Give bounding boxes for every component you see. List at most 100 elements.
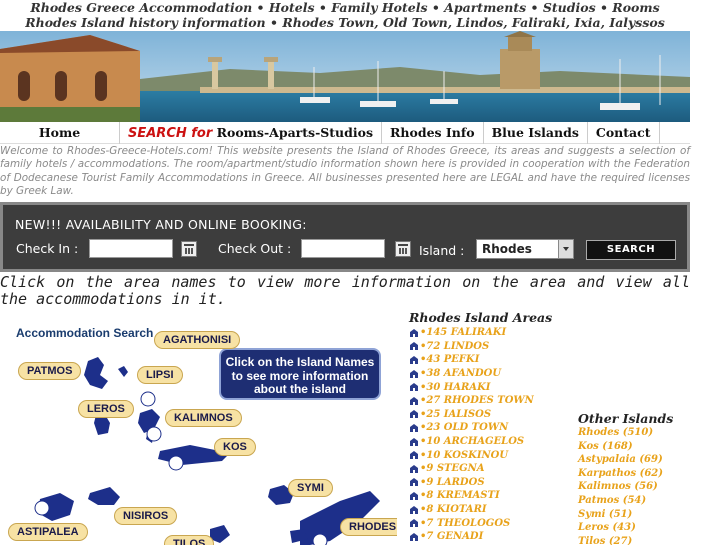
nav-search[interactable]: SEARCH for Rooms-Aparts-Studios: [120, 121, 383, 144]
island-link-symi[interactable]: SYMI: [288, 479, 333, 497]
island-link-kalimnos[interactable]: KALIMNOS: [165, 409, 242, 427]
nav-home[interactable]: Home: [0, 121, 120, 144]
area-link-label: •10 KOSKINOU: [420, 449, 509, 461]
area-link[interactable]: •8 KREMASTI: [409, 489, 569, 503]
area-link-label: •8 KIOTARI: [420, 504, 487, 516]
hotel-icon: [410, 410, 418, 419]
rhodes-areas-list: Rhodes Island Areas •145 FALIRAKI •72 LIN…: [409, 310, 569, 544]
hotel-icon: [410, 505, 418, 514]
island-link-leros[interactable]: LEROS: [78, 400, 134, 418]
nav-search-suffix: Rooms-Aparts-Studios: [212, 124, 374, 140]
chevron-down-icon[interactable]: [558, 240, 573, 258]
area-link-label: •8 KREMASTI: [420, 490, 500, 502]
area-link[interactable]: •43 PEFKI: [409, 353, 569, 367]
nav-contact[interactable]: Contact: [588, 121, 660, 144]
island-link-kos[interactable]: KOS: [214, 438, 256, 456]
area-link[interactable]: •9 STEGNA: [409, 462, 569, 476]
area-link[interactable]: •145 FALIRAKI: [409, 326, 569, 340]
hotel-icon: [410, 383, 418, 392]
callout-line: Click on the Island Names: [225, 355, 375, 369]
area-link-label: •145 FALIRAKI: [420, 327, 507, 339]
area-link[interactable]: •7 THEOLOGOS: [409, 516, 569, 530]
areas-title: Rhodes Island Areas: [409, 310, 553, 325]
other-islands-list: Other Islands Rhodes (510) Kos (168) Astyp…: [578, 411, 690, 545]
area-link-label: •27 RHODES TOWN: [420, 395, 534, 407]
calendar-icon[interactable]: [395, 241, 411, 257]
area-link-label: •9 STEGNA: [420, 463, 485, 475]
other-island-link[interactable]: Leros (43): [578, 522, 690, 536]
area-link-label: •7 GENADI: [420, 531, 484, 543]
checkout-label: Check Out :: [218, 241, 292, 256]
area-link-label: •23 OLD TOWN: [420, 422, 509, 434]
hotel-icon: [410, 464, 418, 473]
site-header: Rhodes Greece Accommodation • Hotels • F…: [0, 0, 690, 32]
hotel-icon: [410, 328, 418, 337]
island-link-agathonisi[interactable]: AGATHONISI: [154, 331, 241, 349]
header-line-1: Rhodes Greece Accommodation • Hotels • F…: [30, 0, 660, 15]
island-link-nisiros[interactable]: NISIROS: [114, 507, 178, 525]
checkout-input[interactable]: [301, 239, 385, 258]
other-islands-title: Other Islands: [578, 411, 674, 426]
island-link-astipalea[interactable]: ASTIPALEA: [8, 523, 88, 541]
checkin-label: Check In :: [16, 241, 79, 256]
map-title: Accommodation Search: [16, 326, 154, 340]
area-link-label: •43 PEFKI: [420, 354, 480, 366]
area-link-label: •10 ARCHAGELOS: [420, 436, 525, 448]
other-items: Rhodes (510) Kos (168) Astypalaia (69) Karp…: [578, 427, 690, 545]
area-link[interactable]: •27 RHODES TOWN: [409, 394, 569, 408]
area-link[interactable]: •25 IALISOS: [409, 408, 569, 422]
area-link[interactable]: •7 GENADI: [409, 530, 569, 544]
area-link[interactable]: •9 LARDOS: [409, 476, 569, 490]
area-link[interactable]: •30 HARAKI: [409, 380, 569, 394]
booking-title: NEW!!! AVAILABILITY AND ONLINE BOOKING:: [15, 217, 307, 232]
area-link-label: •9 LARDOS: [420, 476, 485, 488]
island-select[interactable]: Rhodes: [476, 239, 574, 259]
other-island-link[interactable]: Karpathos (62): [578, 468, 690, 482]
other-island-link[interactable]: Kos (168): [578, 441, 690, 455]
nav-search-prefix: SEARCH for: [128, 125, 213, 141]
other-island-link[interactable]: Patmos (54): [578, 495, 690, 509]
area-link[interactable]: •10 KOSKINOU: [409, 448, 569, 462]
area-link[interactable]: •8 KIOTARI: [409, 503, 569, 517]
header-line-2: Rhodes Island history information • Rhod…: [25, 15, 665, 30]
area-link-label: •72 LINDOS: [420, 340, 490, 352]
nav-blue-islands[interactable]: Blue Islands: [484, 121, 588, 144]
island-label: Island :: [419, 243, 465, 258]
search-button[interactable]: SEARCH: [586, 240, 676, 260]
area-link[interactable]: •10 ARCHAGELOS: [409, 435, 569, 449]
main-navigation: Home SEARCH for Rooms-Aparts-Studios Rho…: [0, 121, 690, 144]
callout-line: to see more information: [231, 368, 369, 383]
area-link[interactable]: •72 LINDOS: [409, 340, 569, 354]
map-callout: Click on the Island Names to see more in…: [219, 348, 381, 400]
hotel-icon: [410, 369, 418, 378]
area-link[interactable]: •23 OLD TOWN: [409, 421, 569, 435]
island-link-rhodes[interactable]: RHODES: [340, 518, 397, 536]
checkin-input[interactable]: [89, 239, 173, 258]
hotel-icon: [410, 437, 418, 446]
hotel-icon: [410, 491, 418, 500]
island-link-patmos[interactable]: PATMOS: [18, 362, 82, 380]
island-link-lipsi[interactable]: LIPSI: [137, 366, 183, 384]
island-link-tilos[interactable]: TILOS: [164, 535, 215, 545]
calendar-icon[interactable]: [181, 241, 197, 257]
welcome-text: Welcome to Rhodes-Greece-Hotels.com! Thi…: [0, 145, 690, 197]
island-map: Accommodation Search Click on the Island…: [0, 321, 397, 545]
nav-rhodes-info[interactable]: Rhodes Info: [382, 121, 484, 144]
hotel-icon: [410, 478, 418, 487]
hotel-icon: [410, 532, 418, 541]
area-link-label: •30 HARAKI: [420, 381, 491, 393]
callout-line: about the island: [253, 382, 346, 396]
harbour-illustration: [0, 31, 690, 122]
area-link-label: •7 THEOLOGOS: [420, 517, 511, 529]
other-island-link[interactable]: Symi (51): [578, 509, 690, 523]
hotel-icon: [410, 423, 418, 432]
area-link-label: •25 IALISOS: [420, 408, 492, 420]
other-island-link[interactable]: Astypalaia (69): [578, 454, 690, 468]
area-items: •145 FALIRAKI •72 LINDOS •43 PEFKI •38 AFAN…: [409, 326, 569, 544]
area-link[interactable]: •38 AFANDOU: [409, 367, 569, 381]
other-island-link[interactable]: Rhodes (510): [578, 427, 690, 441]
hotel-icon: [410, 519, 418, 528]
other-island-link[interactable]: Tilos (27): [578, 536, 690, 545]
other-island-link[interactable]: Kalimnos (56): [578, 481, 690, 495]
hotel-icon: [410, 355, 418, 364]
